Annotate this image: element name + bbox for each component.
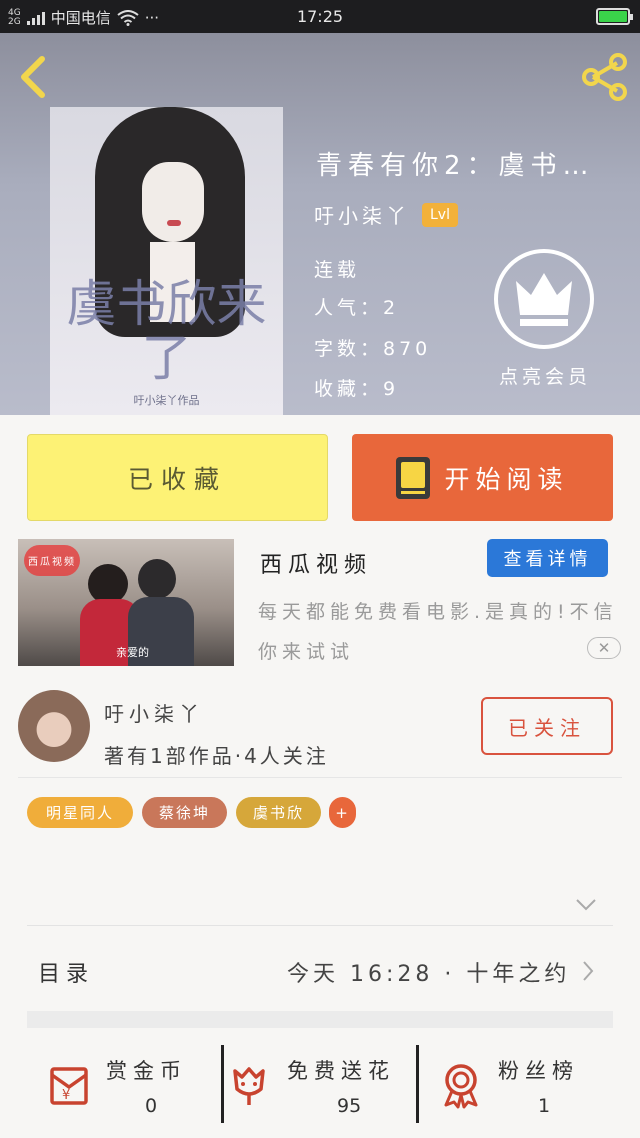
start-reading-label: 开始阅读: [444, 464, 569, 494]
cover-title: 虞书欣来了: [66, 275, 267, 387]
view-details-button[interactable]: 查看详情: [487, 539, 608, 577]
serial-status: 连载: [314, 259, 361, 281]
coins-value: 0: [145, 1095, 158, 1117]
tag-item[interactable]: 蔡徐坤: [142, 797, 227, 828]
coins-label: 赏金币: [106, 1059, 187, 1083]
svg-text:¥: ¥: [62, 1088, 70, 1103]
favorites-count: 收藏：9: [314, 378, 400, 400]
fans-ranking-button[interactable]: 粉丝榜 1: [420, 1045, 640, 1135]
fans-value: 1: [538, 1095, 551, 1117]
battery-icon: [596, 8, 633, 25]
level-badge: Lvl: [422, 202, 458, 227]
divider: [27, 925, 613, 926]
video-source-tag: 西瓜视频: [24, 545, 80, 576]
latest-chapter[interactable]: 今天 16:28 · 十年之约: [287, 956, 570, 988]
book-icon: [396, 456, 431, 499]
video-caption: 亲爱的: [116, 646, 149, 659]
reward-coins-button[interactable]: ¥ 赏金币 0: [0, 1045, 222, 1135]
chevron-right-icon[interactable]: [581, 960, 595, 982]
ad-close-button[interactable]: ✕: [587, 637, 621, 659]
red-envelope-icon: ¥: [50, 1067, 88, 1105]
ad-title: 西瓜视频: [260, 553, 373, 578]
ad-video-thumbnail[interactable]: 西瓜视频 亲爱的: [18, 539, 234, 666]
status-bar: 4G 2G 中国电信 ··· 17:25: [0, 0, 640, 33]
author-avatar[interactable]: [18, 690, 90, 762]
favorite-button-label: 已收藏: [127, 464, 227, 494]
bottom-bar: ¥ 赏金币 0 免费送花 95 粉丝榜 1: [0, 1045, 640, 1138]
tag-item[interactable]: 明星同人: [27, 797, 133, 828]
medal-icon: [444, 1064, 478, 1109]
author-line: 吁小柒丫 Lvl: [314, 200, 458, 229]
add-tag-button[interactable]: +: [329, 797, 356, 828]
book-title: 青春有你2：虞书…: [316, 151, 595, 181]
flowers-label: 免费送花: [287, 1059, 395, 1083]
word-count: 字数：870: [314, 338, 432, 360]
flowers-value: 95: [337, 1095, 362, 1117]
bottom-separator: [221, 1045, 224, 1123]
status-time: 17:25: [296, 7, 344, 26]
fans-label: 粉丝榜: [498, 1059, 579, 1083]
popularity: 人气：2: [314, 297, 400, 319]
flower-icon: [233, 1067, 265, 1105]
author-stats: 著有1部作品·4人关注: [104, 744, 329, 768]
follow-button[interactable]: 已关注: [481, 697, 613, 755]
favorite-button[interactable]: 已收藏: [27, 434, 328, 521]
divider: [18, 777, 622, 778]
author-card-name[interactable]: 吁小柒丫: [104, 698, 204, 727]
section-separator: [27, 1011, 613, 1028]
start-reading-button[interactable]: 开始阅读: [352, 434, 613, 521]
chevron-down-icon[interactable]: [575, 898, 597, 912]
ad-description: 每天都能免费看电影.是真的!不信你来试试: [258, 601, 618, 663]
vip-button[interactable]: [494, 249, 594, 349]
back-arrow-icon[interactable]: [16, 55, 50, 99]
book-cover[interactable]: 虞书欣来了 吁小柒丫作品: [50, 107, 283, 415]
share-icon[interactable]: [580, 52, 630, 102]
crown-icon: [516, 273, 572, 326]
cover-author: 吁小柒丫作品: [133, 394, 200, 407]
bottom-separator: [416, 1045, 419, 1123]
vip-label[interactable]: 点亮会员: [490, 362, 600, 389]
author-name[interactable]: 吁小柒丫: [314, 200, 410, 229]
tag-item[interactable]: 虞书欣: [236, 797, 321, 828]
send-flowers-button[interactable]: 免费送花 95: [225, 1045, 417, 1135]
toc-label[interactable]: 目录: [38, 956, 94, 988]
